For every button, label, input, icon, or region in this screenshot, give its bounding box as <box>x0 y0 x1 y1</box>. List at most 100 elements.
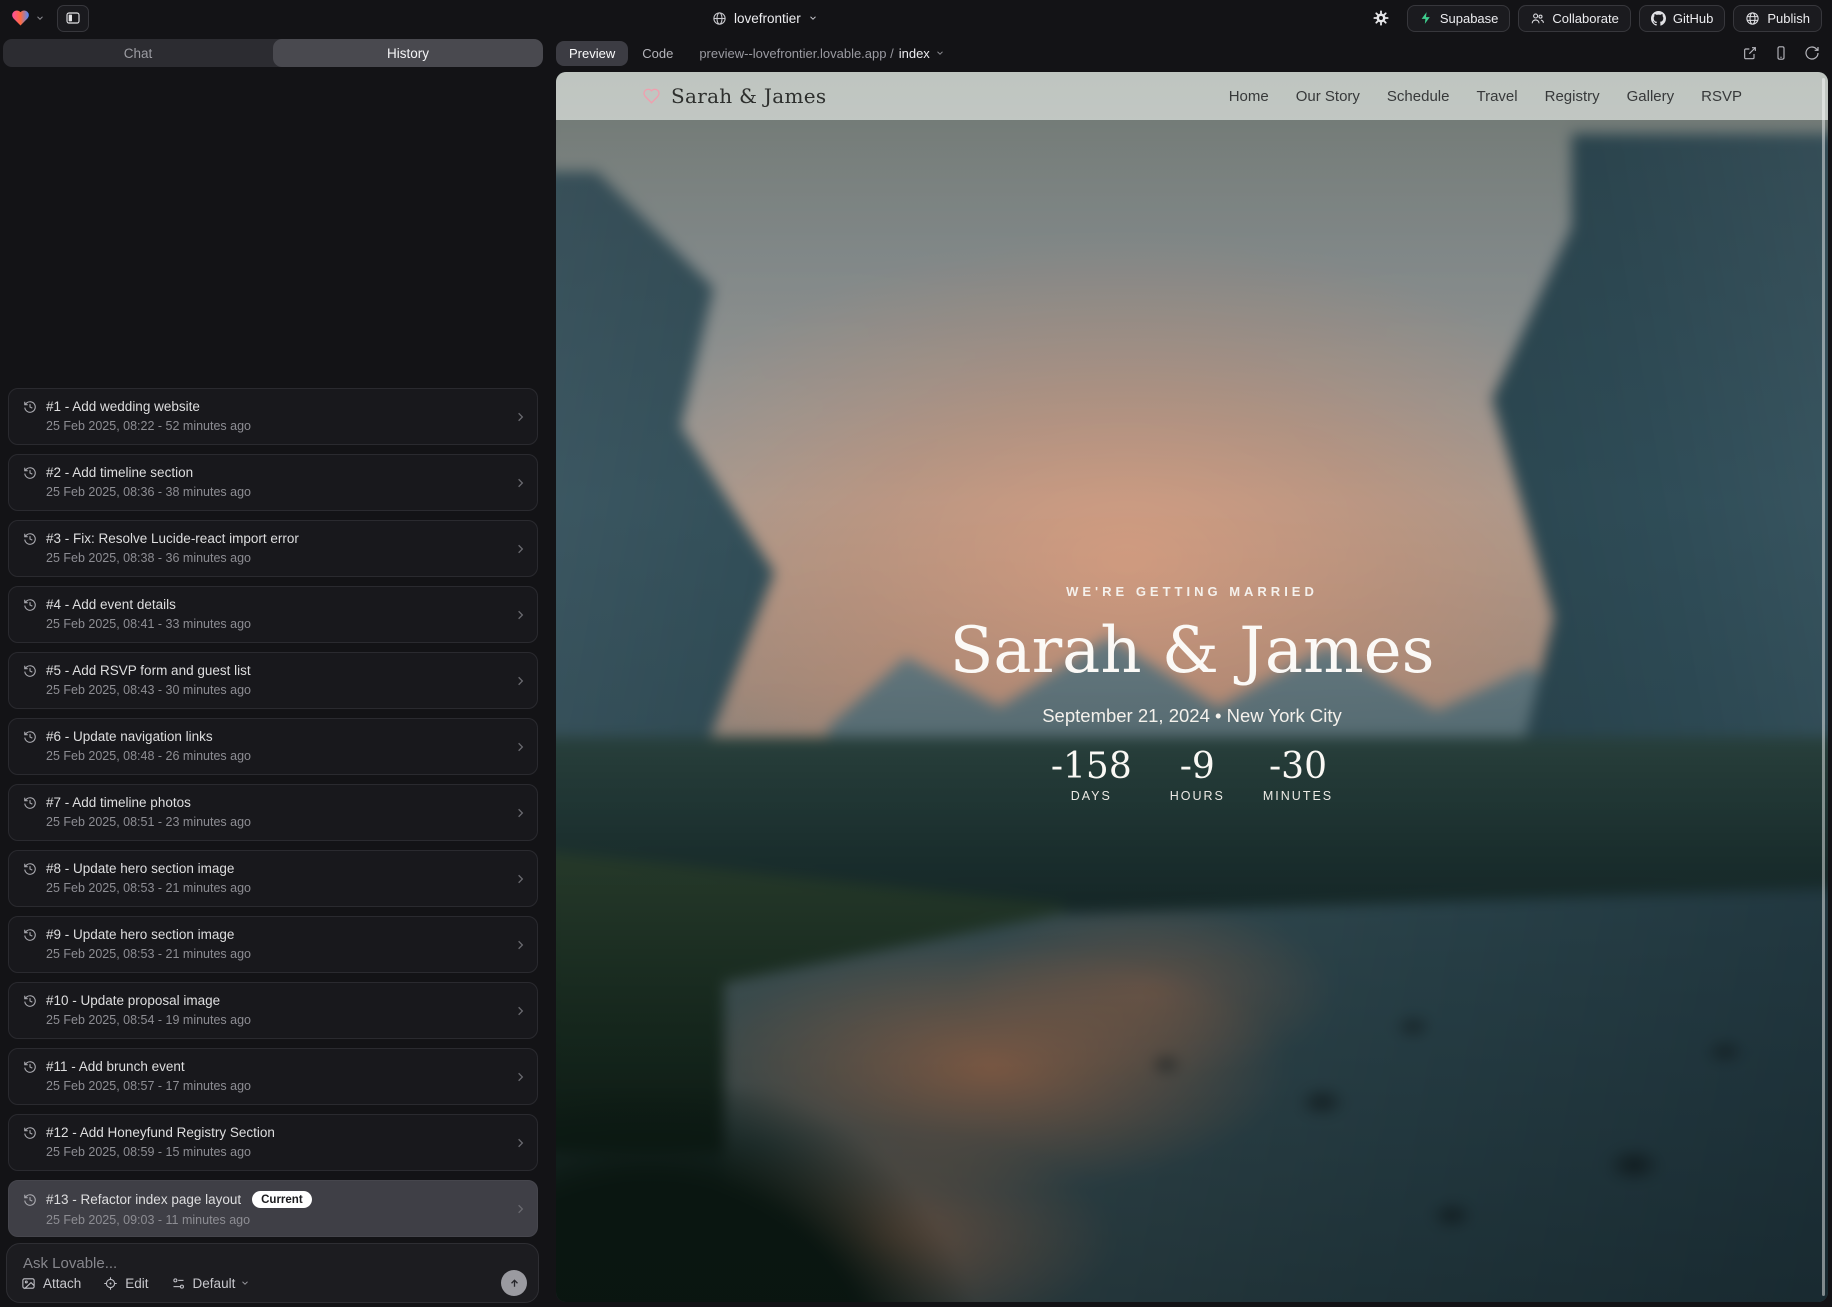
history-item-title: #6 - Update navigation links <box>46 729 213 744</box>
history-list: #1 - Add wedding website 25 Feb 2025, 08… <box>8 388 538 1237</box>
chevron-right-icon <box>513 475 528 490</box>
supabase-button[interactable]: Supabase <box>1407 5 1511 32</box>
lovable-logo-group[interactable] <box>10 8 45 28</box>
history-item-title: #13 - Refactor index page layout <box>46 1192 241 1207</box>
site-preview-viewport: Sarah & James Home Our Story Schedule Trave… <box>556 72 1828 1302</box>
hero-title: Sarah & James <box>556 615 1828 687</box>
history-clock-icon <box>23 1126 37 1140</box>
chevron-right-icon <box>513 1135 528 1150</box>
history-list-item[interactable]: #13 - Refactor index page layout Current… <box>8 1180 538 1237</box>
history-item-timestamp: 25 Feb 2025, 08:22 - 52 minutes ago <box>46 419 507 433</box>
history-item-timestamp: 25 Feb 2025, 08:48 - 26 minutes ago <box>46 749 507 763</box>
history-list-item[interactable]: #7 - Add timeline photos 25 Feb 2025, 08… <box>8 784 538 841</box>
site-nav-link-label: Registry <box>1545 88 1600 105</box>
hero-date-location: September 21, 2024 • New York City <box>556 705 1828 727</box>
github-icon <box>1651 11 1666 26</box>
mode-select[interactable]: Default <box>171 1276 251 1291</box>
top-bar: lovefrontier <box>0 0 1832 36</box>
chevron-right-icon <box>513 1201 528 1216</box>
site-nav-link[interactable]: RSVP <box>1701 88 1742 105</box>
tab-code[interactable]: Code <box>642 46 673 61</box>
site-nav-link[interactable]: Our Story <box>1296 88 1360 105</box>
attach-button-label: Attach <box>43 1276 81 1291</box>
collaborate-button[interactable]: Collaborate <box>1518 5 1631 32</box>
history-item-timestamp: 25 Feb 2025, 08:38 - 36 minutes ago <box>46 551 507 565</box>
publish-button[interactable]: Publish <box>1733 5 1822 32</box>
countdown-unit: -158 DAYS <box>1051 747 1132 803</box>
gear-icon <box>1372 9 1390 27</box>
site-nav-link[interactable]: Gallery <box>1627 88 1675 105</box>
sidebar-toggle-button[interactable] <box>57 5 89 32</box>
countdown-value: -9 <box>1170 747 1225 787</box>
history-item-title: #3 - Fix: Resolve Lucide-react import er… <box>46 531 299 546</box>
history-item-timestamp: 25 Feb 2025, 08:43 - 30 minutes ago <box>46 683 507 697</box>
history-item-title: #7 - Add timeline photos <box>46 795 191 810</box>
site-nav-link[interactable]: Travel <box>1476 88 1517 105</box>
tab-chat[interactable]: Chat <box>3 39 273 67</box>
history-list-item[interactable]: #12 - Add Honeyfund Registry Section 25 … <box>8 1114 538 1171</box>
history-clock-icon <box>23 862 37 876</box>
history-clock-icon <box>23 532 37 546</box>
history-list-item[interactable]: #6 - Update navigation links 25 Feb 2025… <box>8 718 538 775</box>
tab-preview[interactable]: Preview <box>556 41 628 66</box>
preview-url-selector[interactable]: preview--lovefrontier.lovable.app / inde… <box>699 46 944 61</box>
open-external-icon[interactable] <box>1742 45 1758 61</box>
site-nav: Home Our Story Schedule Travel Registry Galle… <box>1229 88 1742 105</box>
history-item-timestamp: 25 Feb 2025, 08:59 - 15 minutes ago <box>46 1145 507 1159</box>
tab-chat-label: Chat <box>124 46 153 61</box>
history-list-item[interactable]: #4 - Add event details 25 Feb 2025, 08:4… <box>8 586 538 643</box>
chevron-down-icon[interactable] <box>35 13 45 23</box>
history-list-item[interactable]: #8 - Update hero section image 25 Feb 20… <box>8 850 538 907</box>
history-item-timestamp: 25 Feb 2025, 08:54 - 19 minutes ago <box>46 1013 507 1027</box>
history-item-timestamp: 25 Feb 2025, 08:53 - 21 minutes ago <box>46 881 507 895</box>
chevron-right-icon <box>513 937 528 952</box>
history-list-item[interactable]: #2 - Add timeline section 25 Feb 2025, 0… <box>8 454 538 511</box>
chevron-down-icon <box>935 48 945 58</box>
history-clock-icon <box>23 664 37 678</box>
site-brand[interactable]: Sarah & James <box>642 84 826 108</box>
history-item-timestamp: 25 Feb 2025, 08:41 - 33 minutes ago <box>46 617 507 631</box>
history-clock-icon <box>23 994 37 1008</box>
tab-history[interactable]: History <box>273 39 543 67</box>
history-item-timestamp: 25 Feb 2025, 08:53 - 21 minutes ago <box>46 947 507 961</box>
history-list-item[interactable]: #5 - Add RSVP form and guest list 25 Feb… <box>8 652 538 709</box>
refresh-icon[interactable] <box>1804 45 1820 61</box>
history-clock-icon <box>23 598 37 612</box>
prompt-input[interactable]: Ask Lovable... <box>23 1255 117 1272</box>
site-nav-link[interactable]: Registry <box>1545 88 1600 105</box>
mobile-view-icon[interactable] <box>1773 45 1789 61</box>
current-badge: Current <box>252 1191 312 1208</box>
edit-button[interactable]: Edit <box>103 1276 148 1291</box>
publish-button-label: Publish <box>1767 11 1810 26</box>
top-bar-actions: Supabase Collaborate GitHub <box>1367 5 1822 32</box>
site-nav-link[interactable]: Schedule <box>1387 88 1450 105</box>
project-switcher[interactable]: lovefrontier <box>712 0 818 36</box>
target-edit-icon <box>103 1276 118 1291</box>
history-item-title: #4 - Add event details <box>46 597 176 612</box>
history-item-timestamp: 25 Feb 2025, 08:51 - 23 minutes ago <box>46 815 507 829</box>
site-brand-name: Sarah & James <box>671 84 826 108</box>
history-list-item[interactable]: #10 - Update proposal image 25 Feb 2025,… <box>8 982 538 1039</box>
attach-button[interactable]: Attach <box>21 1276 81 1291</box>
github-button[interactable]: GitHub <box>1639 5 1725 32</box>
chevron-right-icon <box>513 805 528 820</box>
site-nav-link[interactable]: Home <box>1229 88 1269 105</box>
settings-button[interactable] <box>1367 5 1395 32</box>
history-list-item[interactable]: #3 - Fix: Resolve Lucide-react import er… <box>8 520 538 577</box>
lovable-heart-icon[interactable] <box>10 8 31 28</box>
prompt-composer[interactable]: Ask Lovable... Attach Edit <box>6 1243 539 1303</box>
composer-toolbar: Attach Edit Default <box>21 1272 527 1294</box>
countdown: -158 DAYS -9 HOURS -30 MINUTES <box>556 747 1828 803</box>
hero-section: WE'RE GETTING MARRIED Sarah & James Sept… <box>556 584 1828 803</box>
send-button[interactable] <box>501 1270 527 1296</box>
chevron-right-icon <box>513 607 528 622</box>
sliders-icon <box>171 1276 186 1291</box>
preview-scrollbar[interactable] <box>1822 78 1825 1296</box>
chevron-right-icon <box>513 541 528 556</box>
project-name: lovefrontier <box>734 11 801 26</box>
history-list-item[interactable]: #11 - Add brunch event 25 Feb 2025, 08:5… <box>8 1048 538 1105</box>
history-list-item[interactable]: #1 - Add wedding website 25 Feb 2025, 08… <box>8 388 538 445</box>
collaborate-button-label: Collaborate <box>1552 11 1619 26</box>
history-list-item[interactable]: #9 - Update hero section image 25 Feb 20… <box>8 916 538 973</box>
chat-history-tabs: Chat History <box>3 39 543 67</box>
